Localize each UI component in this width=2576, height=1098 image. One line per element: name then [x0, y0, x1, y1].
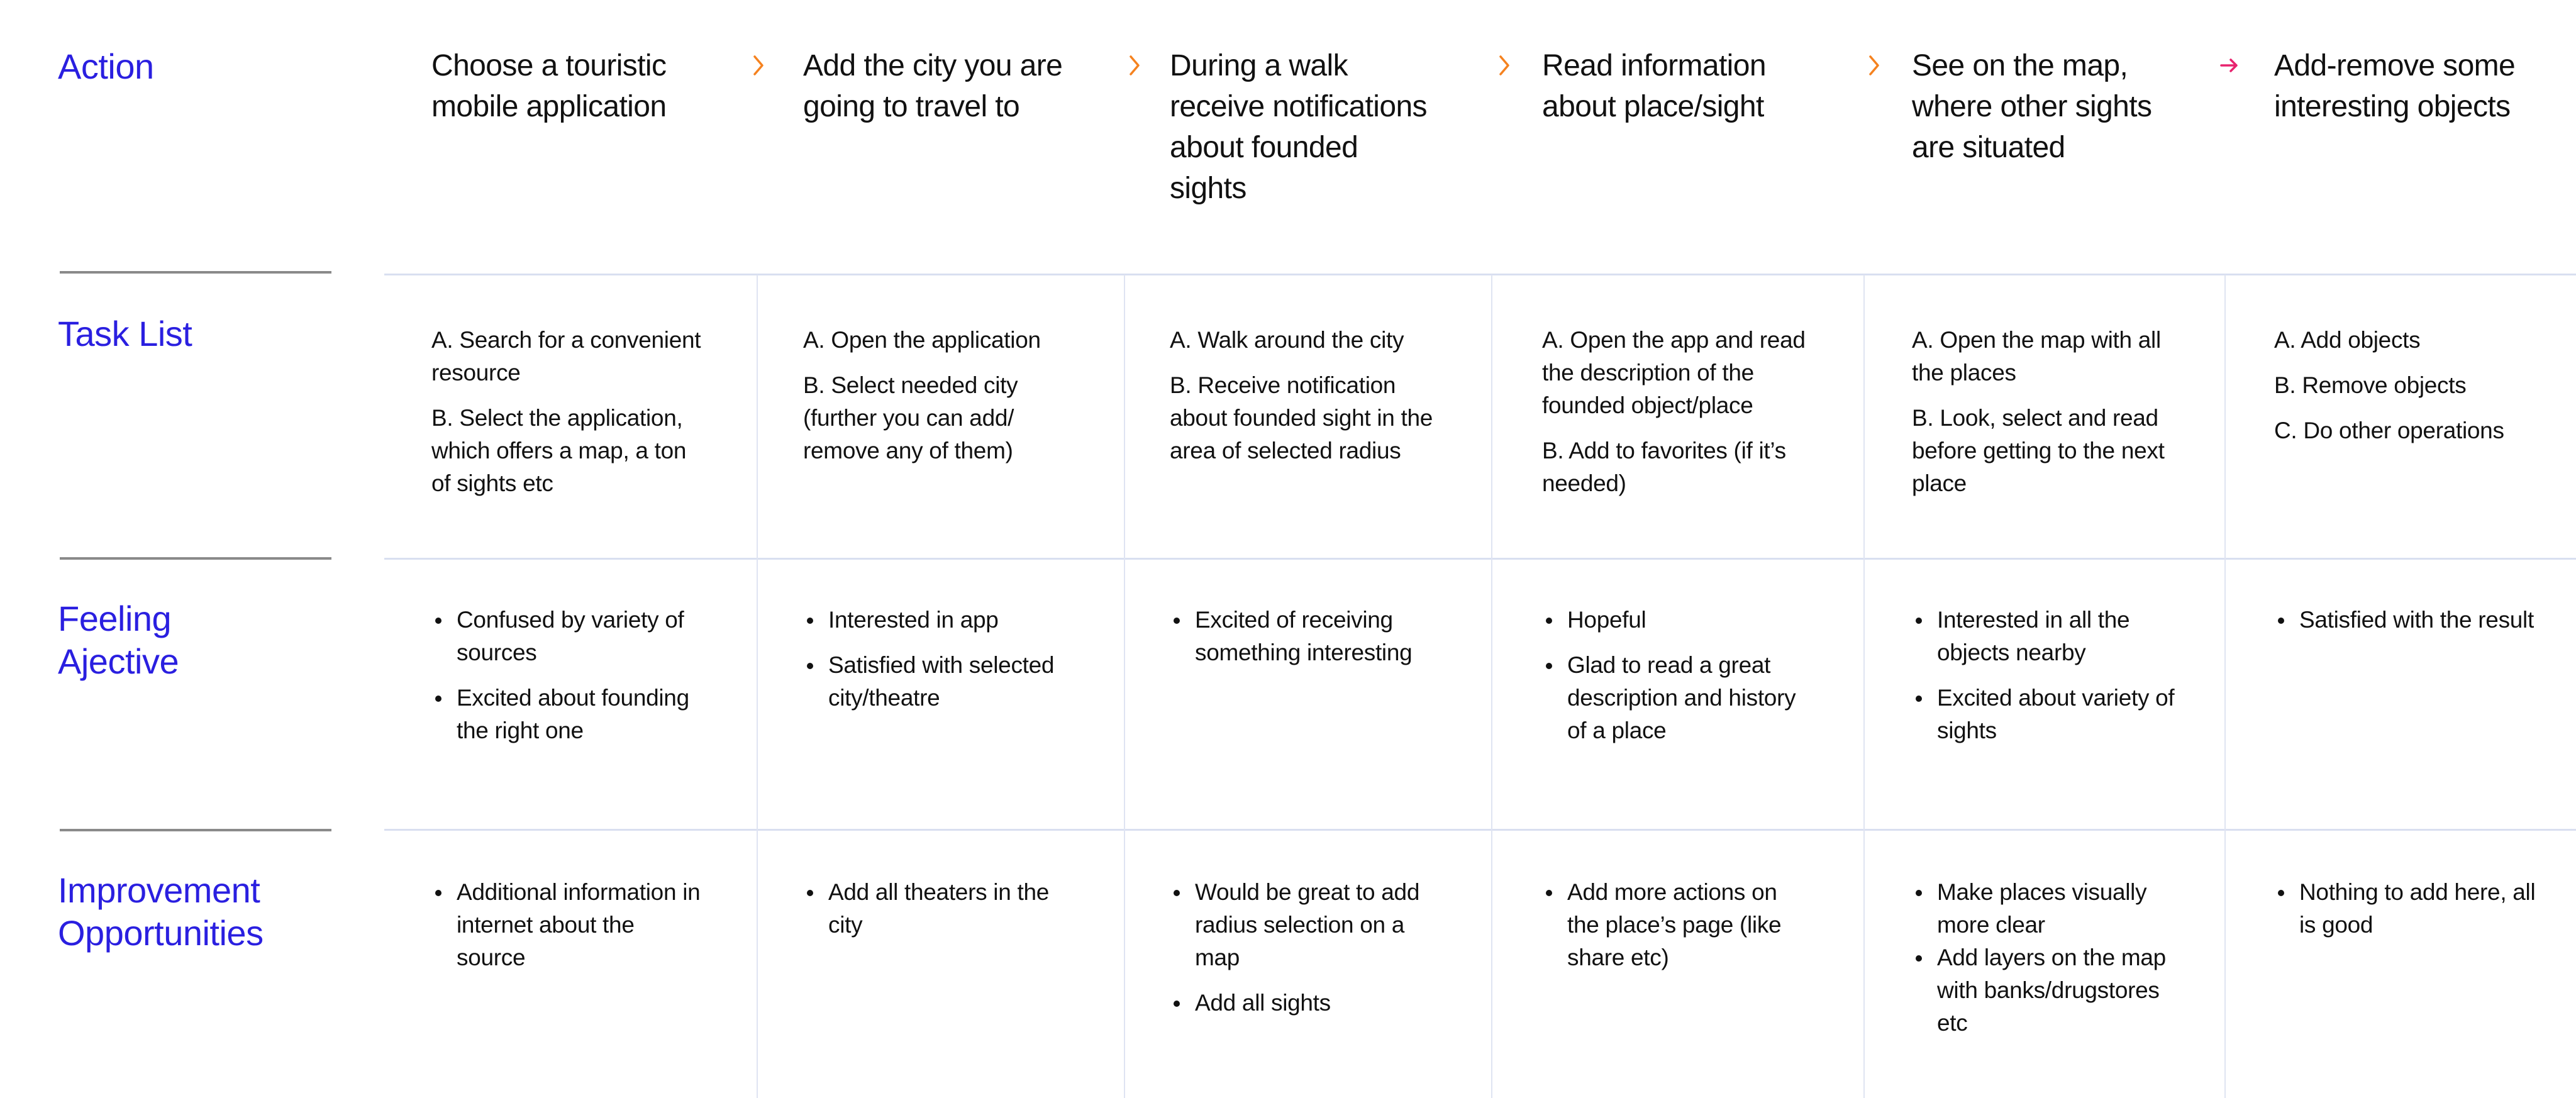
- task-item: A. Search for a convenient resource: [431, 327, 701, 385]
- step-action-heading: Choose a touristic mobile application: [431, 49, 667, 123]
- improvement-item: Add layers on the map with banks/drugsto…: [1912, 941, 2182, 1040]
- row-label-improvement: Improvement Opportunities: [58, 869, 264, 955]
- task-item: B. Add to favorites (if it’s needed): [1542, 438, 1786, 496]
- improvements-list: Make places visually more clear Add layer…: [1912, 876, 2182, 1040]
- chevron-right-icon: [753, 55, 763, 75]
- feelings-list: Interested in all the objects nearby Exci…: [1912, 604, 2182, 747]
- task-item: A. Add objects: [2274, 327, 2421, 353]
- improvement-item: Add more actions on the place’s page (li…: [1542, 876, 1813, 974]
- row-label-improvement-line1: Improvement: [58, 870, 260, 910]
- improvement-item: Add all theaters in the city: [803, 876, 1074, 941]
- improvement-cell: Nothing to add here, all is good: [2274, 876, 2545, 954]
- feeling-cell: Excited of receiving something interesti…: [1170, 604, 1440, 682]
- feelings-list: Confused by variety of sources Excited ab…: [431, 604, 702, 747]
- feeling-item: Excited of receiving something interesti…: [1170, 604, 1440, 669]
- column-divider: [1124, 275, 1125, 1098]
- step-action-heading: Add-remove some interesting objects: [2274, 49, 2516, 123]
- feeling-item: Satisfied with the result: [2274, 604, 2545, 636]
- feeling-item: Confused by variety of sources: [431, 604, 702, 669]
- task-list-cell: A. Open the map with all the places B. Lo…: [1912, 324, 2182, 513]
- improvements-list: Add all theaters in the city: [803, 876, 1074, 941]
- improvement-cell: Add all theaters in the city: [803, 876, 1074, 954]
- improvement-cell: Make places visually more clear Add layer…: [1912, 876, 2182, 1040]
- task-item: B. Select the application, which offers …: [431, 405, 687, 496]
- improvements-list: Nothing to add here, all is good: [2274, 876, 2545, 941]
- feelings-list: Interested in app Satisfied with selected…: [803, 604, 1074, 714]
- task-item: A. Open the app and read the description…: [1542, 327, 1806, 418]
- row-label-feeling: Feeling Ajective: [58, 597, 179, 683]
- feelings-list: Hopeful Glad to read a great description …: [1542, 604, 1813, 747]
- improvement-cell: Add more actions on the place’s page (li…: [1542, 876, 1813, 987]
- row-label-feeling-line1: Feeling: [58, 599, 172, 638]
- task-list-cell: A. Search for a convenient resource B. Se…: [431, 324, 702, 513]
- feeling-item: Interested in all the objects nearby: [1912, 604, 2182, 669]
- chevron-right-icon: [1499, 55, 1509, 75]
- improvements-list: Would be great to add radius selection o…: [1170, 876, 1440, 1019]
- feeling-item: Satisfied with selected city/theatre: [803, 649, 1074, 714]
- improvement-item: Would be great to add radius selection o…: [1170, 876, 1440, 974]
- improvements-list: Additional information in internet about…: [431, 876, 702, 974]
- task-item: B. Select needed city (further you can a…: [803, 372, 1018, 463]
- improvement-item: Add all sights: [1170, 987, 1440, 1019]
- label-divider: [60, 829, 331, 831]
- task-item: B. Receive notification about founded si…: [1170, 372, 1433, 463]
- task-list-cell: A. Open the application B. Select needed …: [803, 324, 1074, 480]
- feeling-cell: Satisfied with the result: [2274, 604, 2545, 649]
- label-divider: [60, 557, 331, 560]
- task-item: A. Open the map with all the places: [1912, 327, 2161, 385]
- improvements-list: Add more actions on the place’s page (li…: [1542, 876, 1813, 974]
- feeling-cell: Hopeful Glad to read a great description …: [1542, 604, 1813, 760]
- column-divider: [757, 275, 758, 1098]
- task-item: C. Do other operations: [2274, 418, 2504, 443]
- task-list-cell: A. Add objects B. Remove objects C. Do oth…: [2274, 324, 2545, 460]
- feeling-cell: Interested in all the objects nearby Exci…: [1912, 604, 2182, 760]
- feeling-item: Glad to read a great description and his…: [1542, 649, 1813, 747]
- row-label-feeling-line2: Ajective: [58, 641, 179, 681]
- row-divider: [384, 558, 2576, 560]
- improvement-item: Make places visually more clear: [1912, 876, 2182, 941]
- improvement-item: Additional information in internet about…: [431, 876, 702, 974]
- task-item: A. Open the application: [803, 327, 1041, 353]
- feeling-item: Interested in app: [803, 604, 1074, 636]
- label-divider: [60, 271, 331, 274]
- feeling-item: Excited about founding the right one: [431, 682, 702, 747]
- feeling-cell: Interested in app Satisfied with selected…: [803, 604, 1074, 727]
- feeling-item: Hopeful: [1542, 604, 1813, 636]
- improvement-cell: Would be great to add radius selection o…: [1170, 876, 1440, 1032]
- row-label-task-list: Task List: [58, 314, 192, 353]
- arrow-right-icon: [2220, 58, 2238, 72]
- row-divider: [384, 829, 2576, 831]
- step-action-heading: Add the city you are going to travel to: [803, 49, 1063, 123]
- step-action-heading: See on the map, where other sights are s…: [1912, 49, 2152, 164]
- row-label-action: Action: [58, 47, 154, 86]
- task-item: B. Remove objects: [2274, 372, 2467, 398]
- column-divider: [2224, 275, 2226, 1098]
- column-divider: [1491, 275, 1492, 1098]
- task-list-cell: A. Walk around the city B. Receive notifi…: [1170, 324, 1440, 480]
- row-label-improvement-line2: Opportunities: [58, 913, 264, 953]
- improvement-cell: Additional information in internet about…: [431, 876, 702, 987]
- chevron-right-icon: [1869, 55, 1879, 75]
- step-action-heading: Read information about place/sight: [1542, 49, 1767, 123]
- chevron-right-icon: [1130, 55, 1140, 75]
- feelings-list: Excited of receiving something interesti…: [1170, 604, 1440, 669]
- feeling-item: Excited about variety of sights: [1912, 682, 2182, 747]
- feelings-list: Satisfied with the result: [2274, 604, 2545, 636]
- feeling-cell: Confused by variety of sources Excited ab…: [431, 604, 702, 760]
- row-divider: [384, 274, 2576, 275]
- column-divider: [1863, 275, 1865, 1098]
- task-item: A. Walk around the city: [1170, 327, 1404, 353]
- improvement-item: Nothing to add here, all is good: [2274, 876, 2545, 941]
- task-item: B. Look, select and read before getting …: [1912, 405, 2165, 496]
- task-list-cell: A. Open the app and read the description…: [1542, 324, 1813, 513]
- step-action-heading: During a walk receive notifications abou…: [1170, 49, 1428, 205]
